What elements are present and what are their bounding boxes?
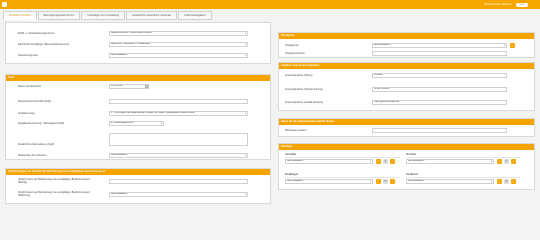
ausfuehrer-edit-button[interactable]: ✎ xyxy=(504,179,509,184)
referenz-label: Referenznummer/UCR (Kopf) xyxy=(18,100,51,103)
app-icon xyxy=(2,2,7,7)
rohmasse-header: Daten für die Außenhandelsstatistik (Kop… xyxy=(279,119,534,125)
referenz-field[interactable] xyxy=(109,99,248,104)
kopf-header: Kopf xyxy=(6,75,270,81)
ansprech-name-label: Ansprechpartner (Name) xyxy=(285,74,313,77)
tab-eori-kopfinfo[interactable]: EORI/EC Kopfinfo xyxy=(3,11,37,20)
vertreter-label: Vertreter xyxy=(406,153,417,156)
ausfuehrer-select[interactable]: Bitte auswählen xyxy=(406,179,494,184)
top-bar: Expertenmodus aktivieren NEIN xyxy=(0,0,540,9)
vorpapiernummer-field[interactable] xyxy=(372,51,507,56)
tab-aufschubangaben[interactable]: Aufschubangaben xyxy=(178,11,212,20)
empfaenger-search-button[interactable]: ⌕ xyxy=(390,179,395,184)
vorpapiere-header: Vorpapiere xyxy=(279,33,534,39)
befoerderung-panel: (Kopf) Angaben im Kontext der Beförderun… xyxy=(5,168,271,204)
vertreter-select[interactable]: Bitte auswählen xyxy=(406,159,494,164)
beteiligte-panel: Beteiligte Anmelder Bitte auswählen + ✎ … xyxy=(278,143,535,190)
zusatz-label: Zusätzliche Informationen (Kopf) xyxy=(18,143,55,146)
beteiligte-header: Beteiligte xyxy=(279,144,534,150)
vorpapierart-add-button[interactable]: + xyxy=(510,43,515,48)
vertreter-search-button[interactable]: ⌕ xyxy=(511,159,516,164)
abgabe-select[interactable]: E - Zahlungsaufschub xyxy=(109,121,164,126)
left-top-panel: EORI- u. Niederlassungsnummer DE0001A010… xyxy=(5,22,271,64)
kosten-betrag-field[interactable] xyxy=(109,179,248,184)
rohmasse-panel: Daten für die Außenhandelsstatistik (Kop… xyxy=(278,118,535,137)
eori-label: EORI- u. Niederlassungsnummer xyxy=(18,32,55,35)
vorpapierart-label: Vorpapierart xyxy=(285,44,299,47)
empfaenger-edit-button[interactable]: ✎ xyxy=(383,179,388,184)
expert-mode-toggle[interactable]: NEIN xyxy=(516,2,528,7)
ansprech-mail-field[interactable]: i.dietz@decosoftware.de xyxy=(372,100,507,105)
teilnehmer-label: Teilnehmergruppe xyxy=(18,54,39,57)
nachricht-select[interactable]: DE005000 - DE005000 - Probebetrieb xyxy=(109,42,248,47)
vorpapiernummer-label: Vorpapiernummer xyxy=(285,52,305,55)
nachricht-label: Nachrichtenempfänger (Dienststellennumme… xyxy=(18,43,70,46)
vorpapierart-select[interactable]: Bitte auswählen xyxy=(372,43,507,48)
ansprech-tel-field[interactable]: 07642 9000-24 xyxy=(372,87,507,92)
empfaenger-add-button[interactable]: + xyxy=(376,179,381,184)
status-select[interactable]: Bitte auswählen xyxy=(109,153,248,158)
tab-unterlagen[interactable]: Unterlagen zur Anmeldung xyxy=(81,11,126,20)
expert-mode-label: Expertenmodus aktivieren xyxy=(484,3,512,6)
rohmasse-label: Rohmasse Gesamt xyxy=(285,129,307,132)
anmelder-add-button[interactable]: + xyxy=(376,159,381,164)
datum-label: Datum der Nachricht xyxy=(18,85,41,88)
kosten-waehrung-select[interactable]: Bitte auswählen xyxy=(109,192,248,197)
anmelder-edit-button[interactable]: ✎ xyxy=(383,159,388,164)
ausfuehrer-label: Ausführer xyxy=(406,173,418,176)
ausfuehrer-search-button[interactable]: ⌕ xyxy=(511,179,516,184)
vorpapiere-panel: Vorpapiere Vorpapierart Bitte auswählen … xyxy=(278,32,535,58)
zusatz-textarea[interactable] xyxy=(109,133,248,146)
anmelder-search-button[interactable]: ⌕ xyxy=(390,159,395,164)
ansprech-mail-label: Ansprechpartner (E-Mail-Adresse) xyxy=(285,101,323,104)
anmelder-select[interactable]: Bitte auswählen xyxy=(285,159,373,164)
ausfuehrer-divider xyxy=(406,177,521,178)
kosten-betrag-label: (Kopf) Kosten der Beförderung zum endgül… xyxy=(18,178,90,184)
ansprechpartner-header: Angaben zum Ansprechpartner xyxy=(279,63,534,69)
rohmasse-field[interactable] xyxy=(372,128,507,133)
verfahrensweg-select[interactable]: + - Hinzufügen des angemeldeten Kopfes (… xyxy=(109,111,248,116)
datum-field[interactable]: 25.07.2022 xyxy=(109,84,149,89)
status-label: Statuscode des Vertreters xyxy=(18,154,47,157)
tab-steuerliche-verweise[interactable]: Zusätzliche steuerliche Verweise xyxy=(126,11,178,20)
kopf-panel: Kopf Datum der Nachricht 25.07.2022 Refe… xyxy=(5,74,271,160)
ansprech-tel-label: Ansprechpartner (Telefonnummer) xyxy=(285,88,324,91)
abgabe-label: Abgabenberechnung - Zahlungsart (Kopf) xyxy=(18,122,65,125)
ansprechpartner-panel: Angaben zum Ansprechpartner Ansprechpart… xyxy=(278,62,535,111)
vertreter-add-button[interactable]: + xyxy=(497,159,502,164)
empfaenger-select[interactable]: Bitte auswählen xyxy=(285,179,373,184)
vertreter-divider xyxy=(406,157,521,158)
befoerderung-header: (Kopf) Angaben im Kontext der Beförderun… xyxy=(6,169,270,175)
eori-select[interactable]: DE0001A010000 - DE0001A01 NL0000 xyxy=(109,31,248,36)
empfaenger-divider xyxy=(285,177,400,178)
vertreter-edit-button[interactable]: ✎ xyxy=(504,159,509,164)
anmelder-label: Anmelder xyxy=(285,153,297,156)
kosten-waehrung-label: (Kopf) Kosten der Beförderung zum endgül… xyxy=(18,191,90,197)
tab-bar: EORI/EC Kopfinfo Beendigungsanteil Summ … xyxy=(3,11,212,20)
anmelder-divider xyxy=(285,157,400,158)
tab-beendigungsanteil[interactable]: Beendigungsanteil Summ xyxy=(37,11,81,20)
teilnehmer-select[interactable]: Bitte auswählen xyxy=(109,53,248,58)
calendar-icon[interactable] xyxy=(145,85,148,88)
ansprech-name-field[interactable]: Ira Dietz xyxy=(372,73,507,78)
empfaenger-label: Empfänger xyxy=(285,173,299,176)
verfahrensweg-label: Verfahrensweg xyxy=(18,112,35,115)
ausfuehrer-add-button[interactable]: + xyxy=(497,179,502,184)
